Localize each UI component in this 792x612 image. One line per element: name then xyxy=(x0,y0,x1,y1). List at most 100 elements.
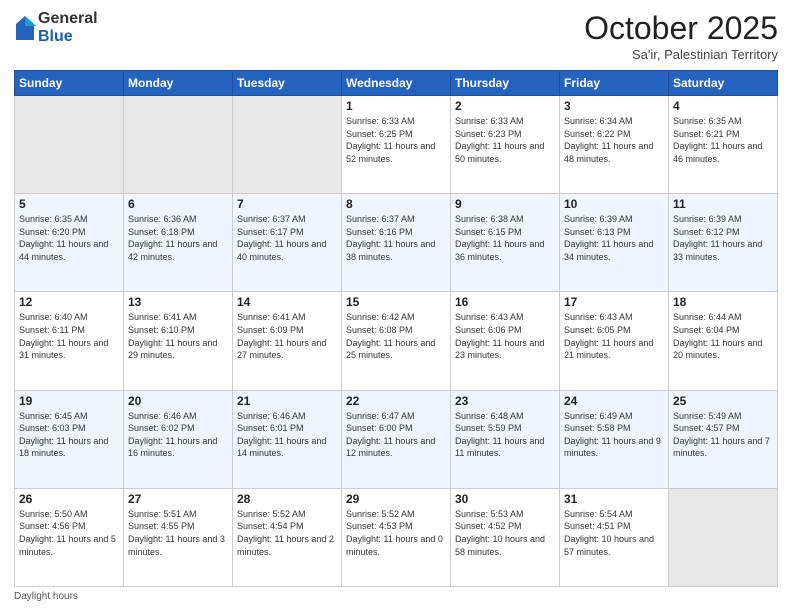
day-header-thursday: Thursday xyxy=(451,71,560,96)
title-block: October 2025 Sa'ir, Palestinian Territor… xyxy=(584,10,778,62)
day-number: 11 xyxy=(673,197,773,211)
day-info: Sunrise: 6:41 AMSunset: 6:09 PMDaylight:… xyxy=(237,311,337,361)
calendar-cell: 13 Sunrise: 6:41 AMSunset: 6:10 PMDayligh… xyxy=(124,292,233,390)
calendar-cell: 4 Sunrise: 6:35 AMSunset: 6:21 PMDaylight… xyxy=(669,96,778,194)
day-number: 5 xyxy=(19,197,119,211)
day-number: 13 xyxy=(128,295,228,309)
calendar-week-row: 12 Sunrise: 6:40 AMSunset: 6:11 PMDayligh… xyxy=(15,292,778,390)
calendar-cell xyxy=(15,96,124,194)
calendar-cell: 11Sunrise: 6:39 AMSunset: 6:12 PMDayligh… xyxy=(669,194,778,292)
day-info: Sunrise: 6:49 AMSunset: 5:58 PMDaylight:… xyxy=(564,410,664,460)
day-info: Sunrise: 6:42 AMSunset: 6:08 PMDaylight:… xyxy=(346,311,446,361)
day-info: Sunrise: 6:34 AMSunset: 6:22 PMDaylight:… xyxy=(564,115,664,165)
day-number: 20 xyxy=(128,394,228,408)
day-number: 23 xyxy=(455,394,555,408)
day-number: 24 xyxy=(564,394,664,408)
page: General Blue October 2025 Sa'ir, Palesti… xyxy=(0,0,792,612)
day-info: Sunrise: 6:38 AMSunset: 6:15 PMDaylight:… xyxy=(455,213,555,263)
day-info: Sunrise: 6:33 AMSunset: 6:23 PMDaylight:… xyxy=(455,115,555,165)
day-number: 19 xyxy=(19,394,119,408)
day-number: 21 xyxy=(237,394,337,408)
calendar-cell: 10 Sunrise: 6:39 AMSunset: 6:13 PMDayligh… xyxy=(560,194,669,292)
day-number: 29 xyxy=(346,492,446,506)
calendar-cell: 5 Sunrise: 6:35 AMSunset: 6:20 PMDaylight… xyxy=(15,194,124,292)
day-info: Sunrise: 6:46 AMSunset: 6:01 PMDaylight:… xyxy=(237,410,337,460)
calendar-cell: 6Sunrise: 6:36 AMSunset: 6:18 PMDaylight… xyxy=(124,194,233,292)
day-info: Sunrise: 6:35 AMSunset: 6:21 PMDaylight:… xyxy=(673,115,773,165)
day-number: 27 xyxy=(128,492,228,506)
calendar-cell: 25 Sunrise: 5:49 AMSunset: 4:57 PMDayligh… xyxy=(669,390,778,488)
calendar-cell: 15 Sunrise: 6:42 AMSunset: 6:08 PMDayligh… xyxy=(342,292,451,390)
day-info: Sunrise: 6:37 AMSunset: 6:17 PMDaylight:… xyxy=(237,213,337,263)
calendar-cell xyxy=(669,488,778,586)
day-number: 4 xyxy=(673,99,773,113)
day-number: 26 xyxy=(19,492,119,506)
calendar-cell: 1 Sunrise: 6:33 AMSunset: 6:25 PMDaylight… xyxy=(342,96,451,194)
calendar-cell: 27 Sunrise: 5:51 AMSunset: 4:55 PMDayligh… xyxy=(124,488,233,586)
day-number: 1 xyxy=(346,99,446,113)
calendar-cell: 7 Sunrise: 6:37 AMSunset: 6:17 PMDaylight… xyxy=(233,194,342,292)
day-number: 12 xyxy=(19,295,119,309)
calendar-cell: 21 Sunrise: 6:46 AMSunset: 6:01 PMDayligh… xyxy=(233,390,342,488)
calendar-week-row: 19 Sunrise: 6:45 AMSunset: 6:03 PMDayligh… xyxy=(15,390,778,488)
day-number: 14 xyxy=(237,295,337,309)
logo-text: General Blue xyxy=(38,10,98,45)
calendar-cell xyxy=(124,96,233,194)
calendar-cell: 26Sunrise: 5:50 AMSunset: 4:56 PMDayligh… xyxy=(15,488,124,586)
day-header-tuesday: Tuesday xyxy=(233,71,342,96)
calendar-cell: 24 Sunrise: 6:49 AMSunset: 5:58 PMDayligh… xyxy=(560,390,669,488)
daylight-label: Daylight hours xyxy=(14,591,78,602)
day-info: Sunrise: 5:52 AMSunset: 4:54 PMDaylight:… xyxy=(237,508,337,558)
day-info: Sunrise: 6:33 AMSunset: 6:25 PMDaylight:… xyxy=(346,115,446,165)
day-info: Sunrise: 6:43 AMSunset: 6:06 PMDaylight:… xyxy=(455,311,555,361)
day-number: 31 xyxy=(564,492,664,506)
day-number: 3 xyxy=(564,99,664,113)
logo-icon xyxy=(14,14,36,42)
calendar-cell: 30Sunrise: 5:53 AMSunset: 4:52 PMDayligh… xyxy=(451,488,560,586)
day-number: 22 xyxy=(346,394,446,408)
calendar-cell: 17 Sunrise: 6:43 AMSunset: 6:05 PMDayligh… xyxy=(560,292,669,390)
calendar-cell: 20Sunrise: 6:46 AMSunset: 6:02 PMDayligh… xyxy=(124,390,233,488)
day-info: Sunrise: 5:49 AMSunset: 4:57 PMDaylight:… xyxy=(673,410,773,460)
day-info: Sunrise: 6:40 AMSunset: 6:11 PMDaylight:… xyxy=(19,311,119,361)
day-info: Sunrise: 5:51 AMSunset: 4:55 PMDaylight:… xyxy=(128,508,228,558)
day-number: 10 xyxy=(564,197,664,211)
location: Sa'ir, Palestinian Territory xyxy=(584,47,778,62)
day-number: 18 xyxy=(673,295,773,309)
day-number: 17 xyxy=(564,295,664,309)
day-number: 15 xyxy=(346,295,446,309)
day-number: 7 xyxy=(237,197,337,211)
logo: General Blue xyxy=(14,10,98,45)
calendar-cell: 9 Sunrise: 6:38 AMSunset: 6:15 PMDaylight… xyxy=(451,194,560,292)
calendar-cell: 23Sunrise: 6:48 AMSunset: 5:59 PMDayligh… xyxy=(451,390,560,488)
calendar-cell: 2 Sunrise: 6:33 AMSunset: 6:23 PMDaylight… xyxy=(451,96,560,194)
day-header-saturday: Saturday xyxy=(669,71,778,96)
day-info: Sunrise: 6:41 AMSunset: 6:10 PMDaylight:… xyxy=(128,311,228,361)
day-info: Sunrise: 6:45 AMSunset: 6:03 PMDaylight:… xyxy=(19,410,119,460)
calendar-week-row: 5 Sunrise: 6:35 AMSunset: 6:20 PMDaylight… xyxy=(15,194,778,292)
day-info: Sunrise: 6:43 AMSunset: 6:05 PMDaylight:… xyxy=(564,311,664,361)
calendar-cell: 22 Sunrise: 6:47 AMSunset: 6:00 PMDayligh… xyxy=(342,390,451,488)
day-header-sunday: Sunday xyxy=(15,71,124,96)
day-number: 25 xyxy=(673,394,773,408)
day-info: Sunrise: 6:35 AMSunset: 6:20 PMDaylight:… xyxy=(19,213,119,263)
day-number: 8 xyxy=(346,197,446,211)
calendar-header-row: SundayMondayTuesdayWednesdayThursdayFrid… xyxy=(15,71,778,96)
calendar-cell: 16 Sunrise: 6:43 AMSunset: 6:06 PMDayligh… xyxy=(451,292,560,390)
calendar-cell: 28 Sunrise: 5:52 AMSunset: 4:54 PMDayligh… xyxy=(233,488,342,586)
calendar-cell: 19 Sunrise: 6:45 AMSunset: 6:03 PMDayligh… xyxy=(15,390,124,488)
day-info: Sunrise: 6:39 AMSunset: 6:13 PMDaylight:… xyxy=(564,213,664,263)
calendar-cell: 18Sunrise: 6:44 AMSunset: 6:04 PMDayligh… xyxy=(669,292,778,390)
calendar-cell: 3 Sunrise: 6:34 AMSunset: 6:22 PMDaylight… xyxy=(560,96,669,194)
month-title: October 2025 xyxy=(584,10,778,47)
day-number: 2 xyxy=(455,99,555,113)
day-number: 28 xyxy=(237,492,337,506)
header: General Blue October 2025 Sa'ir, Palesti… xyxy=(14,10,778,62)
footer-note: Daylight hours xyxy=(14,591,778,602)
day-number: 16 xyxy=(455,295,555,309)
calendar-week-row: 1 Sunrise: 6:33 AMSunset: 6:25 PMDaylight… xyxy=(15,96,778,194)
day-info: Sunrise: 6:47 AMSunset: 6:00 PMDaylight:… xyxy=(346,410,446,460)
day-number: 30 xyxy=(455,492,555,506)
day-number: 9 xyxy=(455,197,555,211)
day-info: Sunrise: 5:54 AMSunset: 4:51 PMDaylight:… xyxy=(564,508,664,558)
